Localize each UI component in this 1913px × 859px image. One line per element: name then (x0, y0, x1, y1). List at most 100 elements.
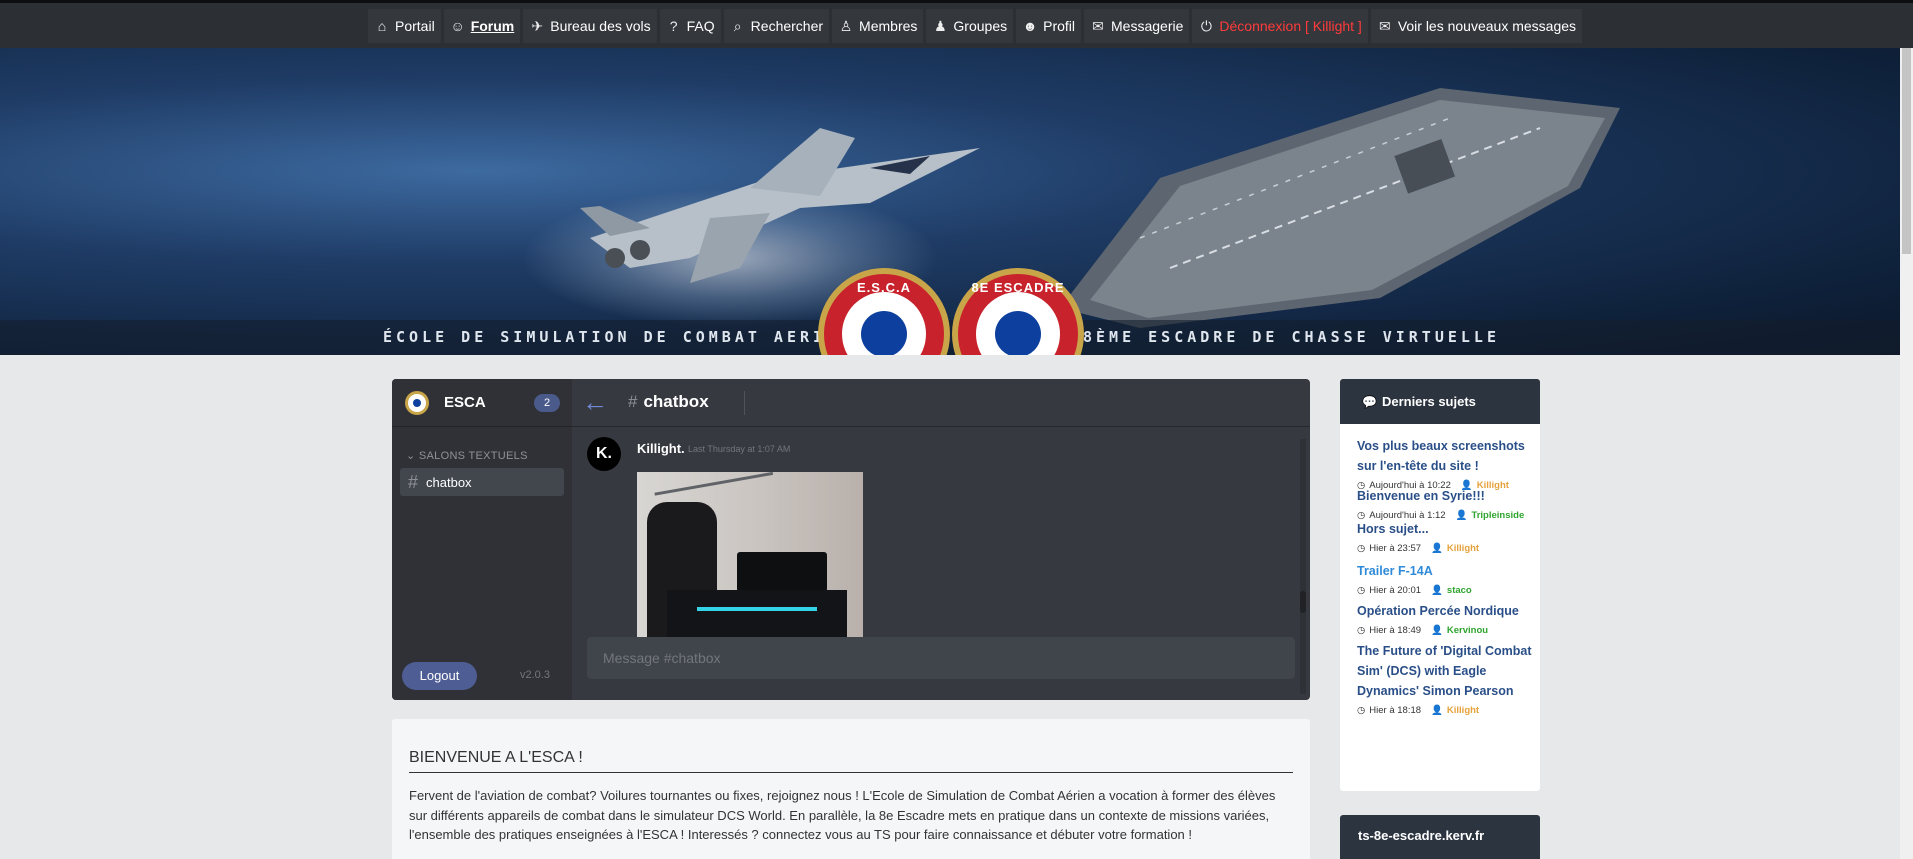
nav-item-0[interactable]: ⌂ Portail (368, 9, 441, 43)
welcome-card: BIENVENUE A L'ESCA ! Fervent de l'aviati… (392, 719, 1310, 859)
escadre-badge: 8E ESCADRE (952, 268, 1084, 355)
topic-meta: ◷ Hier à 20:01 👤 staco (1357, 584, 1532, 598)
teamspeak-panel[interactable]: ts-8e-escadre.kerv.fr (1340, 815, 1540, 859)
esca-badge: E.S.C.A (818, 268, 950, 355)
message-author[interactable]: Killight. (637, 441, 685, 456)
clock-icon: ◷ (1357, 543, 1366, 554)
topic-item: Vos plus beaux screenshots sur l'en-tête… (1357, 436, 1532, 493)
nav-item-7[interactable]: ☻ Profil (1016, 9, 1082, 43)
topic-meta: ◷ Hier à 18:49 👤 Kervinou (1357, 624, 1532, 638)
top-navigation-bar: ⌂ Portail ☺ Forum ✈ Bureau des vols ? FAQ ⌕ Reche… (0, 0, 1913, 48)
nav-item-label: Voir les nouveaux messages (1397, 18, 1577, 34)
chat-sidebar: ESCA 2 ⌄ SALONS TEXTUELS # chatbox Logou… (392, 379, 572, 700)
nav-item-5[interactable]: ♙ Membres (832, 9, 924, 43)
user-icon: 👤 (1431, 625, 1443, 636)
topic-date: Hier à 23:57 (1369, 543, 1422, 554)
nav-item-6[interactable]: ♟ Groupes (926, 9, 1014, 43)
topic-date: Hier à 18:49 (1369, 625, 1422, 636)
server-header: ESCA 2 (392, 379, 572, 427)
message-image-attachment[interactable] (637, 472, 863, 637)
nav-item-4[interactable]: ⌕ Rechercher (723, 9, 830, 43)
welcome-title: BIENVENUE A L'ESCA ! (409, 749, 1293, 773)
hash-icon: # (628, 392, 638, 411)
channel-item-chatbox[interactable]: # chatbox (400, 468, 564, 496)
topic-link[interactable]: Opération Percée Nordique (1357, 601, 1532, 621)
nav-item-label: Messagerie (1111, 18, 1184, 34)
topic-link[interactable]: Trailer F-14A (1357, 561, 1532, 581)
topic-meta: ◷ Hier à 23:57 👤 Killight (1357, 542, 1532, 556)
nav-item-label: Bureau des vols (550, 18, 651, 34)
topic-item: Trailer F-14A ◷ Hier à 20:01 👤 staco (1357, 561, 1532, 598)
channel-header: ← # chatbox (572, 379, 1310, 427)
topic-item: The Future of 'Digital Combat Sim' (DCS)… (1357, 641, 1532, 718)
chat-scrollbar[interactable] (1300, 439, 1306, 694)
avatar[interactable]: K. (587, 437, 621, 471)
channel-title: # chatbox (628, 392, 709, 412)
message-input[interactable] (587, 637, 1295, 679)
topic-author[interactable]: staco (1447, 585, 1472, 596)
topic-link[interactable]: Bienvenue en Syrie!!! (1357, 486, 1532, 506)
mail-icon: ✉ (1092, 18, 1104, 34)
main-menu: ⌂ Portail ☺ Forum ✈ Bureau des vols ? FAQ ⌕ Reche… (368, 9, 1583, 43)
latest-topics-panel: 💬 Derniers sujets Vos plus beaux screensh… (1340, 379, 1540, 791)
nav-item-label: Déconnexion [ Killight ] (1219, 18, 1362, 34)
message-timestamp: Last Thursday at 1:07 AM (688, 444, 791, 454)
aircraft-carrier-image (1060, 88, 1620, 328)
nav-item-label: Groupes (953, 18, 1008, 34)
nav-item-1[interactable]: ☺ Forum (443, 9, 521, 43)
topic-meta: ◷ Hier à 18:18 👤 Killight (1357, 704, 1532, 718)
topic-link[interactable]: Vos plus beaux screenshots sur l'en-tête… (1357, 436, 1532, 476)
topic-link[interactable]: Hors sujet... (1357, 519, 1532, 539)
chevron-down-icon: ⌄ (406, 450, 416, 462)
flight-office-icon: ✈ (531, 18, 544, 34)
back-arrow-icon[interactable]: ← (582, 389, 608, 415)
user-icon: 👤 (1431, 585, 1443, 596)
topic-author[interactable]: Killight (1447, 705, 1479, 716)
nav-item-9[interactable]: ⏻ Déconnexion [ Killight ] (1192, 9, 1368, 43)
esca-badge-text: E.S.C.A (857, 280, 911, 295)
nav-item-8[interactable]: ✉ Messagerie (1084, 9, 1190, 43)
banner-left-slogan: ÉCOLE DE SIMULATION DE COMBAT AERIEN (383, 328, 853, 346)
latest-topics-title: 💬 Derniers sujets (1340, 379, 1540, 424)
header-divider (744, 391, 745, 415)
profile-icon: ☻ (1022, 18, 1038, 34)
members-icon: ♙ (839, 18, 853, 34)
topic-item: Hors sujet... ◷ Hier à 23:57 👤 Killight (1357, 519, 1532, 556)
nav-item-label: Rechercher (750, 18, 824, 34)
groups-icon: ♟ (934, 18, 947, 34)
nav-item-label: Forum (470, 18, 515, 34)
topic-author[interactable]: Killight (1447, 543, 1479, 554)
online-count-badge: 2 (534, 394, 560, 412)
latest-topics-label: Derniers sujets (1381, 394, 1476, 409)
clock-icon: ◷ (1357, 705, 1366, 716)
server-logo-icon (405, 391, 429, 415)
faq-icon: ? (669, 18, 678, 34)
chat-logout-button[interactable]: Logout (402, 662, 477, 690)
clock-icon: ◷ (1357, 625, 1366, 636)
nav-item-2[interactable]: ✈ Bureau des vols (523, 9, 657, 43)
user-icon: 👤 (1431, 705, 1443, 716)
topic-author[interactable]: Kervinou (1447, 625, 1488, 636)
welcome-text: Fervent de l'aviation de combat? Voilure… (409, 788, 1276, 842)
search-icon: ⌕ (733, 18, 742, 34)
new-messages-icon: ✉ (1378, 18, 1391, 34)
topic-date: Hier à 20:01 (1369, 585, 1422, 596)
nav-item-label: Profil (1043, 18, 1076, 34)
banner-right-slogan: 8ÈME ESCADRE DE CHASSE VIRTUELLE (1083, 328, 1500, 346)
channel-title-label: chatbox (643, 392, 709, 411)
nav-item-3[interactable]: ? FAQ (659, 9, 721, 43)
home-icon: ⌂ (377, 18, 387, 34)
channel-item-label: chatbox (426, 474, 472, 490)
speech-bubble-icon: 💬 (1362, 395, 1377, 409)
chat-scroll-thumb[interactable] (1300, 591, 1306, 613)
topic-item: Bienvenue en Syrie!!! ◷ Aujourd'hui à 1:12… (1357, 486, 1532, 523)
topic-date: Hier à 18:18 (1369, 705, 1422, 716)
hash-icon: # (408, 471, 419, 492)
nav-item-10[interactable]: ✉ Voir les nouveaux messages (1370, 9, 1583, 43)
channel-category[interactable]: ⌄ SALONS TEXTUELS (406, 449, 528, 462)
chat-version: v2.0.3 (520, 669, 550, 681)
topic-link[interactable]: The Future of 'Digital Combat Sim' (DCS)… (1357, 641, 1532, 701)
server-name: ESCA (444, 394, 486, 411)
nav-item-label: Membres (859, 18, 918, 34)
user-icon: 👤 (1431, 543, 1443, 554)
